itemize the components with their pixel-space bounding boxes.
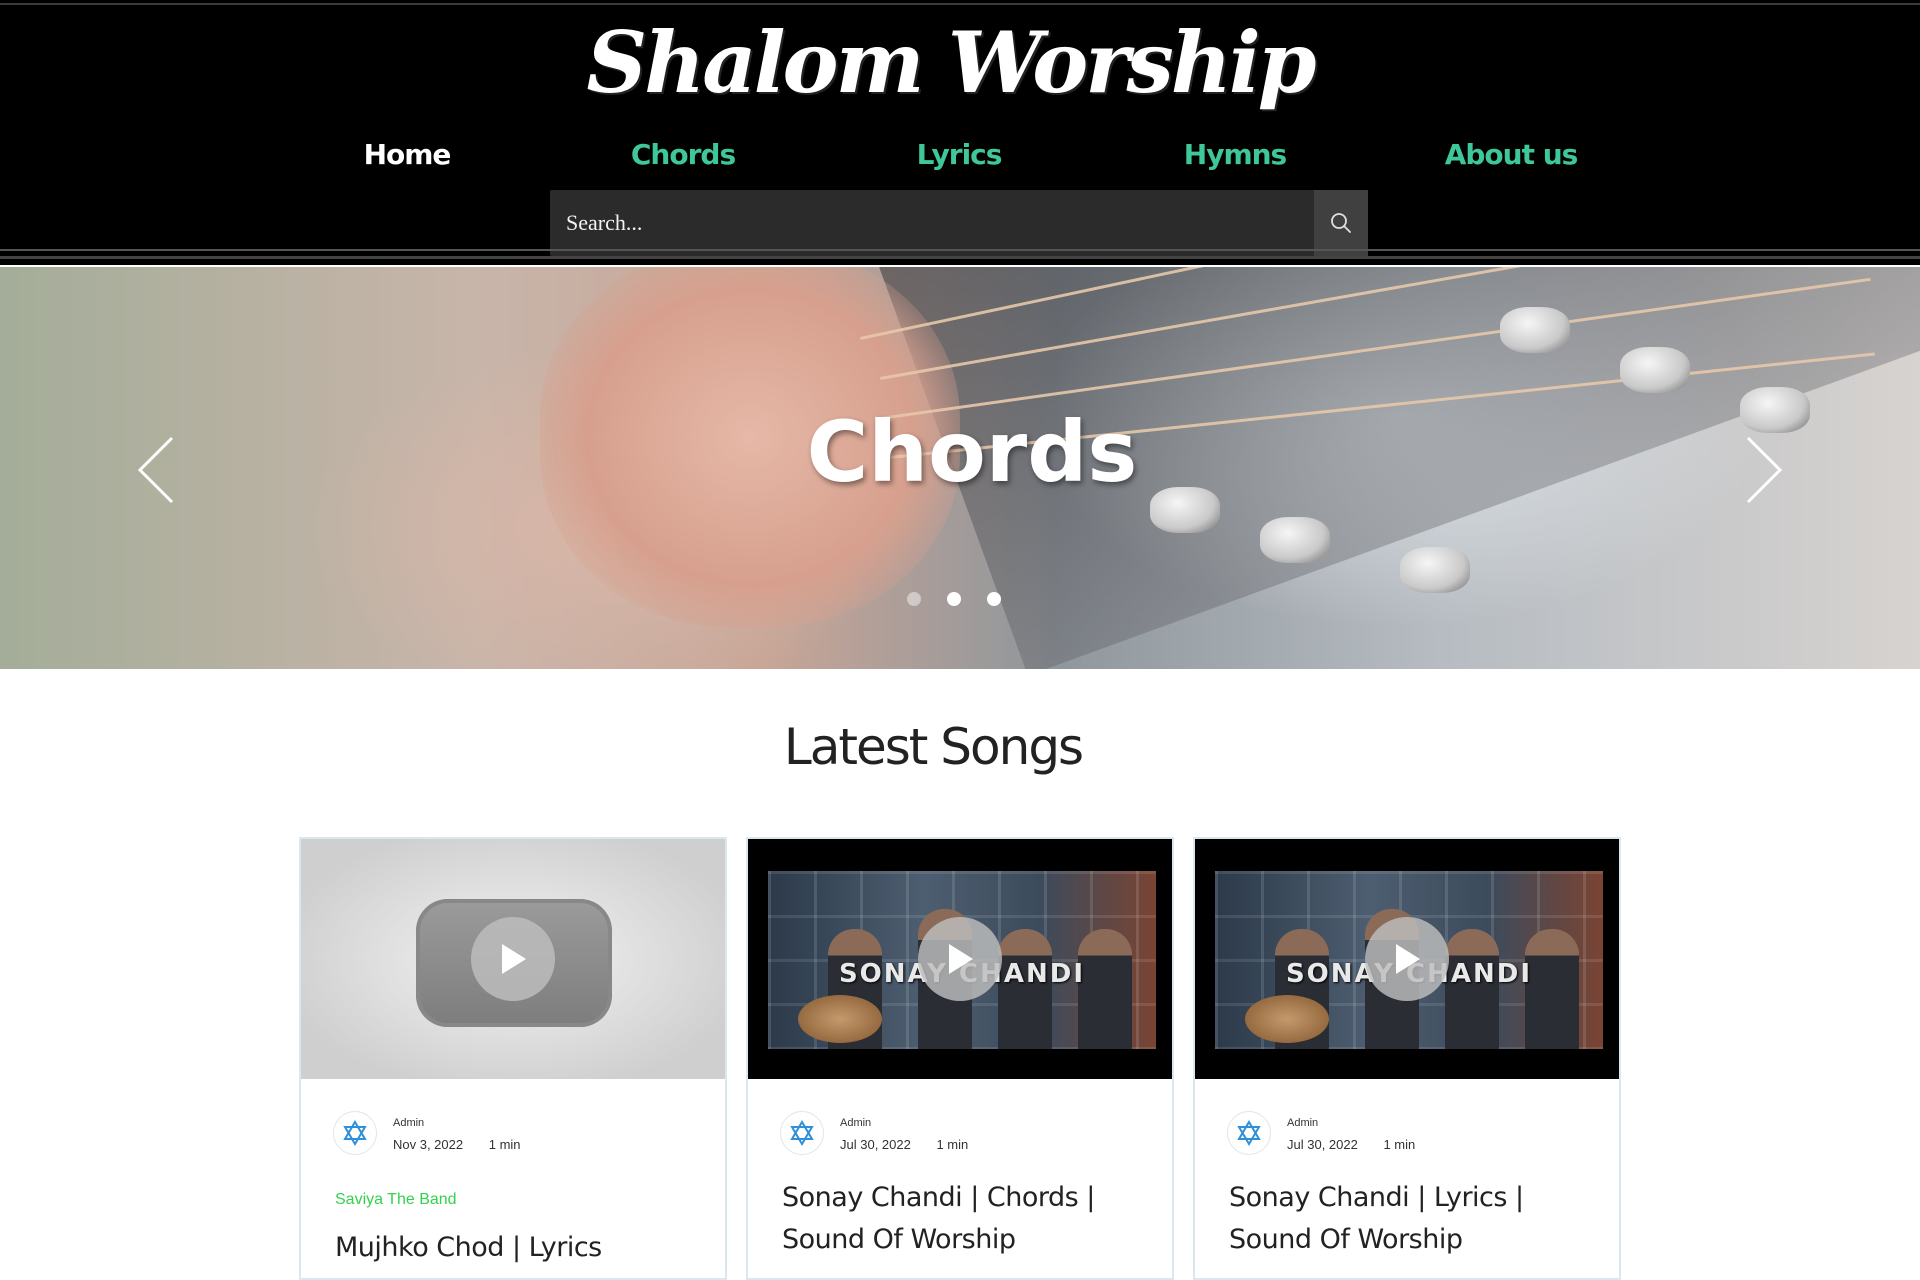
nav-about-us[interactable]: About us [1411, 130, 1611, 180]
play-icon [502, 944, 526, 974]
song-card[interactable]: SONAY CHANDI Admin Jul 30, 2022 1 min So… [1193, 837, 1621, 1280]
search-button[interactable] [1314, 190, 1368, 256]
hero-slider[interactable]: Chords [0, 267, 1920, 669]
post-date: Jul 30, 2022 [840, 1137, 911, 1152]
video-thumbnail[interactable]: SONAY CHANDI [1195, 839, 1619, 1079]
search-bar [550, 190, 1368, 256]
author-avatar[interactable] [780, 1111, 824, 1155]
post-title[interactable]: Mujhko Chod | Lyrics [335, 1227, 705, 1269]
post-title[interactable]: Sonay Chandi | Chords | Sound Of Worship [782, 1177, 1152, 1261]
site-logo[interactable]: Shalom Worship [0, 8, 1900, 118]
author-name[interactable]: Admin [840, 1117, 871, 1129]
search-icon [1331, 213, 1351, 233]
play-button[interactable] [1365, 917, 1449, 1001]
author-name[interactable]: Admin [1287, 1117, 1318, 1129]
play-icon [1396, 944, 1420, 974]
star-of-david-icon [790, 1120, 814, 1146]
header-divider [0, 249, 1920, 251]
nav-chords[interactable]: Chords [583, 130, 783, 180]
author-avatar[interactable] [333, 1111, 377, 1155]
hero-image [1500, 307, 1570, 353]
play-icon [949, 944, 973, 974]
hero-image [1620, 347, 1690, 393]
read-time: 1 min [488, 1137, 521, 1152]
read-time: 1 min [936, 1137, 969, 1152]
star-of-david-icon [1237, 1120, 1261, 1146]
video-still [798, 995, 882, 1043]
nav-home[interactable]: Home [307, 130, 507, 180]
slider-next-button[interactable] [1738, 430, 1788, 510]
video-still [1445, 929, 1499, 1049]
video-still [1078, 929, 1132, 1049]
video-still [1525, 929, 1579, 1049]
post-category[interactable]: Saviya The Band [335, 1191, 457, 1209]
video-thumbnail[interactable]: SONAY CHANDI [748, 839, 1172, 1079]
section-title: Latest Songs [783, 718, 1084, 776]
hero-image [1400, 547, 1470, 593]
read-time: 1 min [1383, 1137, 1416, 1152]
post-date: Nov 3, 2022 [393, 1137, 464, 1152]
video-still [998, 929, 1052, 1049]
author-name[interactable]: Admin [393, 1117, 424, 1129]
post-title[interactable]: Sonay Chandi | Lyrics | Sound Of Worship [1229, 1177, 1599, 1261]
site-header: Shalom Worship Home Chords Lyrics Hymns … [0, 0, 1920, 265]
slider-dot[interactable] [907, 592, 921, 606]
slider-dot[interactable] [987, 592, 1001, 606]
play-button[interactable] [471, 917, 555, 1001]
song-card[interactable]: Admin Nov 3, 2022 1 min Saviya The Band … [299, 837, 727, 1280]
post-date: Jul 30, 2022 [1287, 1137, 1358, 1152]
main-nav: Home Chords Lyrics Hymns About us [0, 130, 1920, 180]
search-input[interactable] [550, 190, 1310, 256]
song-card[interactable]: SONAY CHANDI Admin Jul 30, 2022 1 min So… [746, 837, 1174, 1280]
slider-pagination [907, 592, 1017, 612]
header-divider [0, 3, 1920, 5]
video-still [1245, 995, 1329, 1043]
nav-hymns[interactable]: Hymns [1135, 130, 1335, 180]
chevron-left-icon [137, 436, 174, 504]
hero-image [1260, 517, 1330, 563]
nav-lyrics[interactable]: Lyrics [859, 130, 1059, 180]
post-meta: Jul 30, 2022 1 min [840, 1137, 990, 1152]
header-divider [0, 256, 1920, 259]
hero-title: Chords [806, 403, 1138, 501]
slider-prev-button[interactable] [132, 430, 182, 510]
post-meta: Jul 30, 2022 1 min [1287, 1137, 1437, 1152]
chevron-right-icon [1746, 436, 1783, 504]
play-button[interactable] [918, 917, 1002, 1001]
video-thumbnail[interactable] [301, 839, 725, 1079]
author-avatar[interactable] [1227, 1111, 1271, 1155]
star-of-david-icon [343, 1120, 367, 1146]
slider-dot[interactable] [947, 592, 961, 606]
post-meta: Nov 3, 2022 1 min [393, 1137, 543, 1152]
